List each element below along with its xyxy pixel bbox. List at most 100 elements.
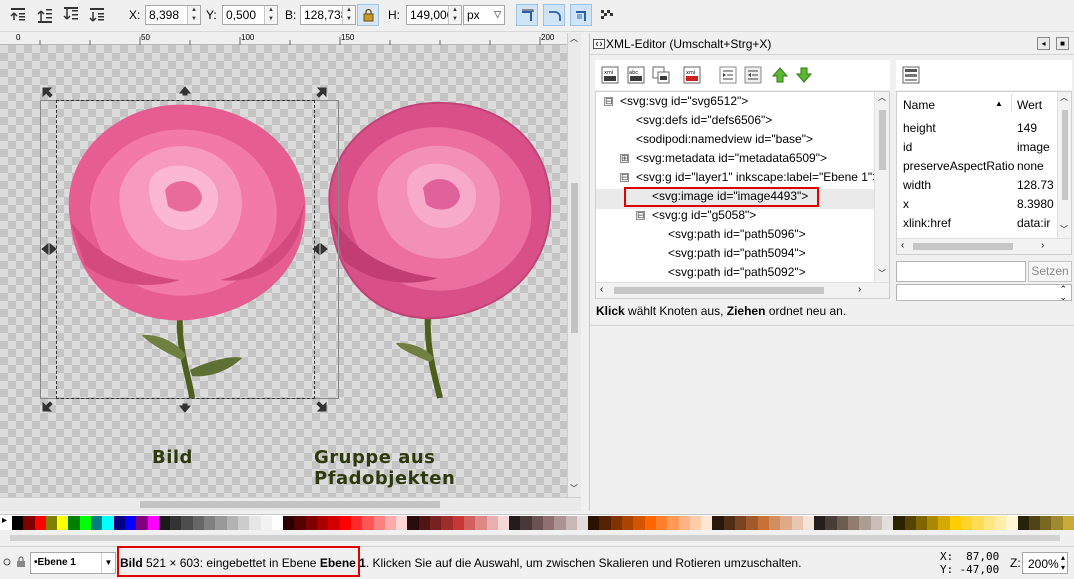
color-swatch[interactable] [757,516,770,530]
color-swatch[interactable] [972,516,985,530]
canvas-vertical-scrollbar[interactable]: ︿ ﹀ [567,33,581,497]
chevron-up-icon[interactable]: ︿ [1060,92,1068,103]
color-swatch[interactable] [317,516,330,530]
color-swatch[interactable] [904,516,917,530]
color-swatch[interactable] [1017,516,1030,530]
color-swatch[interactable] [825,516,838,530]
color-swatch[interactable] [362,516,375,530]
height-spin-arrows[interactable]: ▲ ▼ [448,6,461,24]
color-swatch[interactable] [441,516,454,530]
color-swatch[interactable] [644,516,657,530]
x-spin-arrows[interactable]: ▲ ▼ [187,6,200,24]
attribute-table[interactable]: Name ▲ Wert height 149 id image preserve… [896,91,1072,255]
color-swatch[interactable] [79,516,92,530]
color-swatch[interactable] [486,516,499,530]
y-spin-arrows[interactable]: ▲ ▼ [264,6,277,24]
color-swatch[interactable] [294,516,307,530]
color-swatch[interactable] [384,516,397,530]
color-swatch[interactable] [418,516,431,530]
width-spinbox[interactable]: 128,738 ▲ ▼ [300,5,356,25]
attr-name[interactable]: xlink:href [903,216,951,230]
color-swatch[interactable] [802,516,815,530]
delete-attribute-icon[interactable] [902,66,920,84]
x-spinbox[interactable]: 8,398 ▲ ▼ [145,5,201,25]
spin-arrows-icon[interactable]: ▴ ▾ [1061,553,1065,573]
color-swatch[interactable] [610,516,623,530]
attr-value[interactable]: 8.3980 [1017,197,1054,211]
color-swatch[interactable] [158,516,171,530]
color-swatch[interactable] [678,516,691,530]
color-swatch[interactable] [543,516,555,530]
lock-proportions-button[interactable] [357,4,379,26]
color-swatch[interactable] [57,516,70,530]
chevron-down-icon[interactable]: ﹀ [878,268,886,279]
color-swatch[interactable] [870,516,883,530]
set-attribute-button[interactable]: Setzen [1028,261,1072,282]
transform-patterns-icon[interactable] [598,6,616,24]
color-swatch[interactable] [780,516,793,530]
color-swatch[interactable] [192,516,205,530]
color-swatch[interactable] [893,516,906,530]
zoom-spinbox[interactable]: 200% ▴ ▾ [1022,552,1068,574]
lower-icon[interactable] [62,6,80,24]
color-swatch[interactable] [328,516,341,530]
scroll-thumb[interactable] [1062,110,1068,200]
color-swatch[interactable] [113,516,126,530]
transform-gradients-toggle[interactable] [570,4,592,26]
color-swatch[interactable] [237,516,250,530]
color-swatch[interactable] [735,516,748,530]
canvas-horizontal-scrollbar[interactable] [0,497,581,511]
color-swatch[interactable] [1062,516,1074,530]
scroll-thumb[interactable] [10,535,1060,541]
color-swatch[interactable] [712,516,725,530]
tree-horizontal-scrollbar[interactable]: ‹ › [596,282,889,298]
color-swatch[interactable] [373,516,386,530]
color-swatch[interactable] [430,516,443,530]
attr-value[interactable]: data:ir [1017,216,1050,230]
visibility-icon[interactable] [2,556,12,568]
attr-name[interactable]: x [903,197,909,211]
color-swatch[interactable] [531,516,544,530]
color-swatch[interactable] [339,516,352,530]
color-swatch[interactable] [994,516,1007,530]
scroll-thumb[interactable] [879,110,886,170]
chevron-up-icon[interactable]: ︿ [878,92,886,103]
color-swatch[interactable] [554,516,567,530]
color-swatch[interactable] [588,516,601,530]
chevron-left-icon[interactable]: ‹ [901,240,904,251]
attr-name[interactable]: height [903,121,936,135]
attr-value[interactable]: 149 [1017,121,1037,135]
attribute-value-input[interactable] [896,261,1026,282]
collapse-icon[interactable]: ⊟ [604,97,613,106]
color-swatch[interactable] [949,516,962,530]
drawing-canvas[interactable]: Bild Gruppe aus Pfadobjekten [0,45,567,497]
color-swatch[interactable] [350,516,363,530]
column-header-name[interactable]: Name [903,98,935,112]
color-swatch[interactable] [622,516,635,530]
scale-stroke-toggle[interactable] [516,4,538,26]
palette-scrollbar[interactable] [0,531,1074,545]
scroll-thumb[interactable] [571,183,578,333]
chevron-right-icon[interactable]: › [1041,240,1044,251]
chevron-right-icon[interactable]: › [858,284,861,295]
color-swatch[interactable] [215,516,228,530]
color-swatch[interactable] [768,516,781,530]
lower-node-icon[interactable] [795,66,813,84]
color-swatch[interactable] [983,516,996,530]
color-swatch[interactable] [170,516,183,530]
attr-vertical-scrollbar[interactable]: ︿ ﹀ [1057,92,1071,238]
color-swatch[interactable] [305,516,318,530]
color-swatch[interactable] [881,516,894,530]
color-swatch[interactable] [497,516,510,530]
color-swatch[interactable] [701,516,714,530]
duplicate-node-icon[interactable] [652,66,670,84]
color-swatch[interactable] [396,516,409,530]
attr-name[interactable]: preserveAspectRatio [903,159,1014,173]
lower-to-bottom-icon[interactable] [88,6,106,24]
color-swatch[interactable] [407,516,420,530]
color-swatch[interactable] [23,516,36,530]
color-swatch[interactable] [475,516,488,530]
color-swatch[interactable] [565,516,578,530]
scroll-thumb[interactable] [913,243,1013,250]
color-swatch[interactable] [226,516,239,530]
